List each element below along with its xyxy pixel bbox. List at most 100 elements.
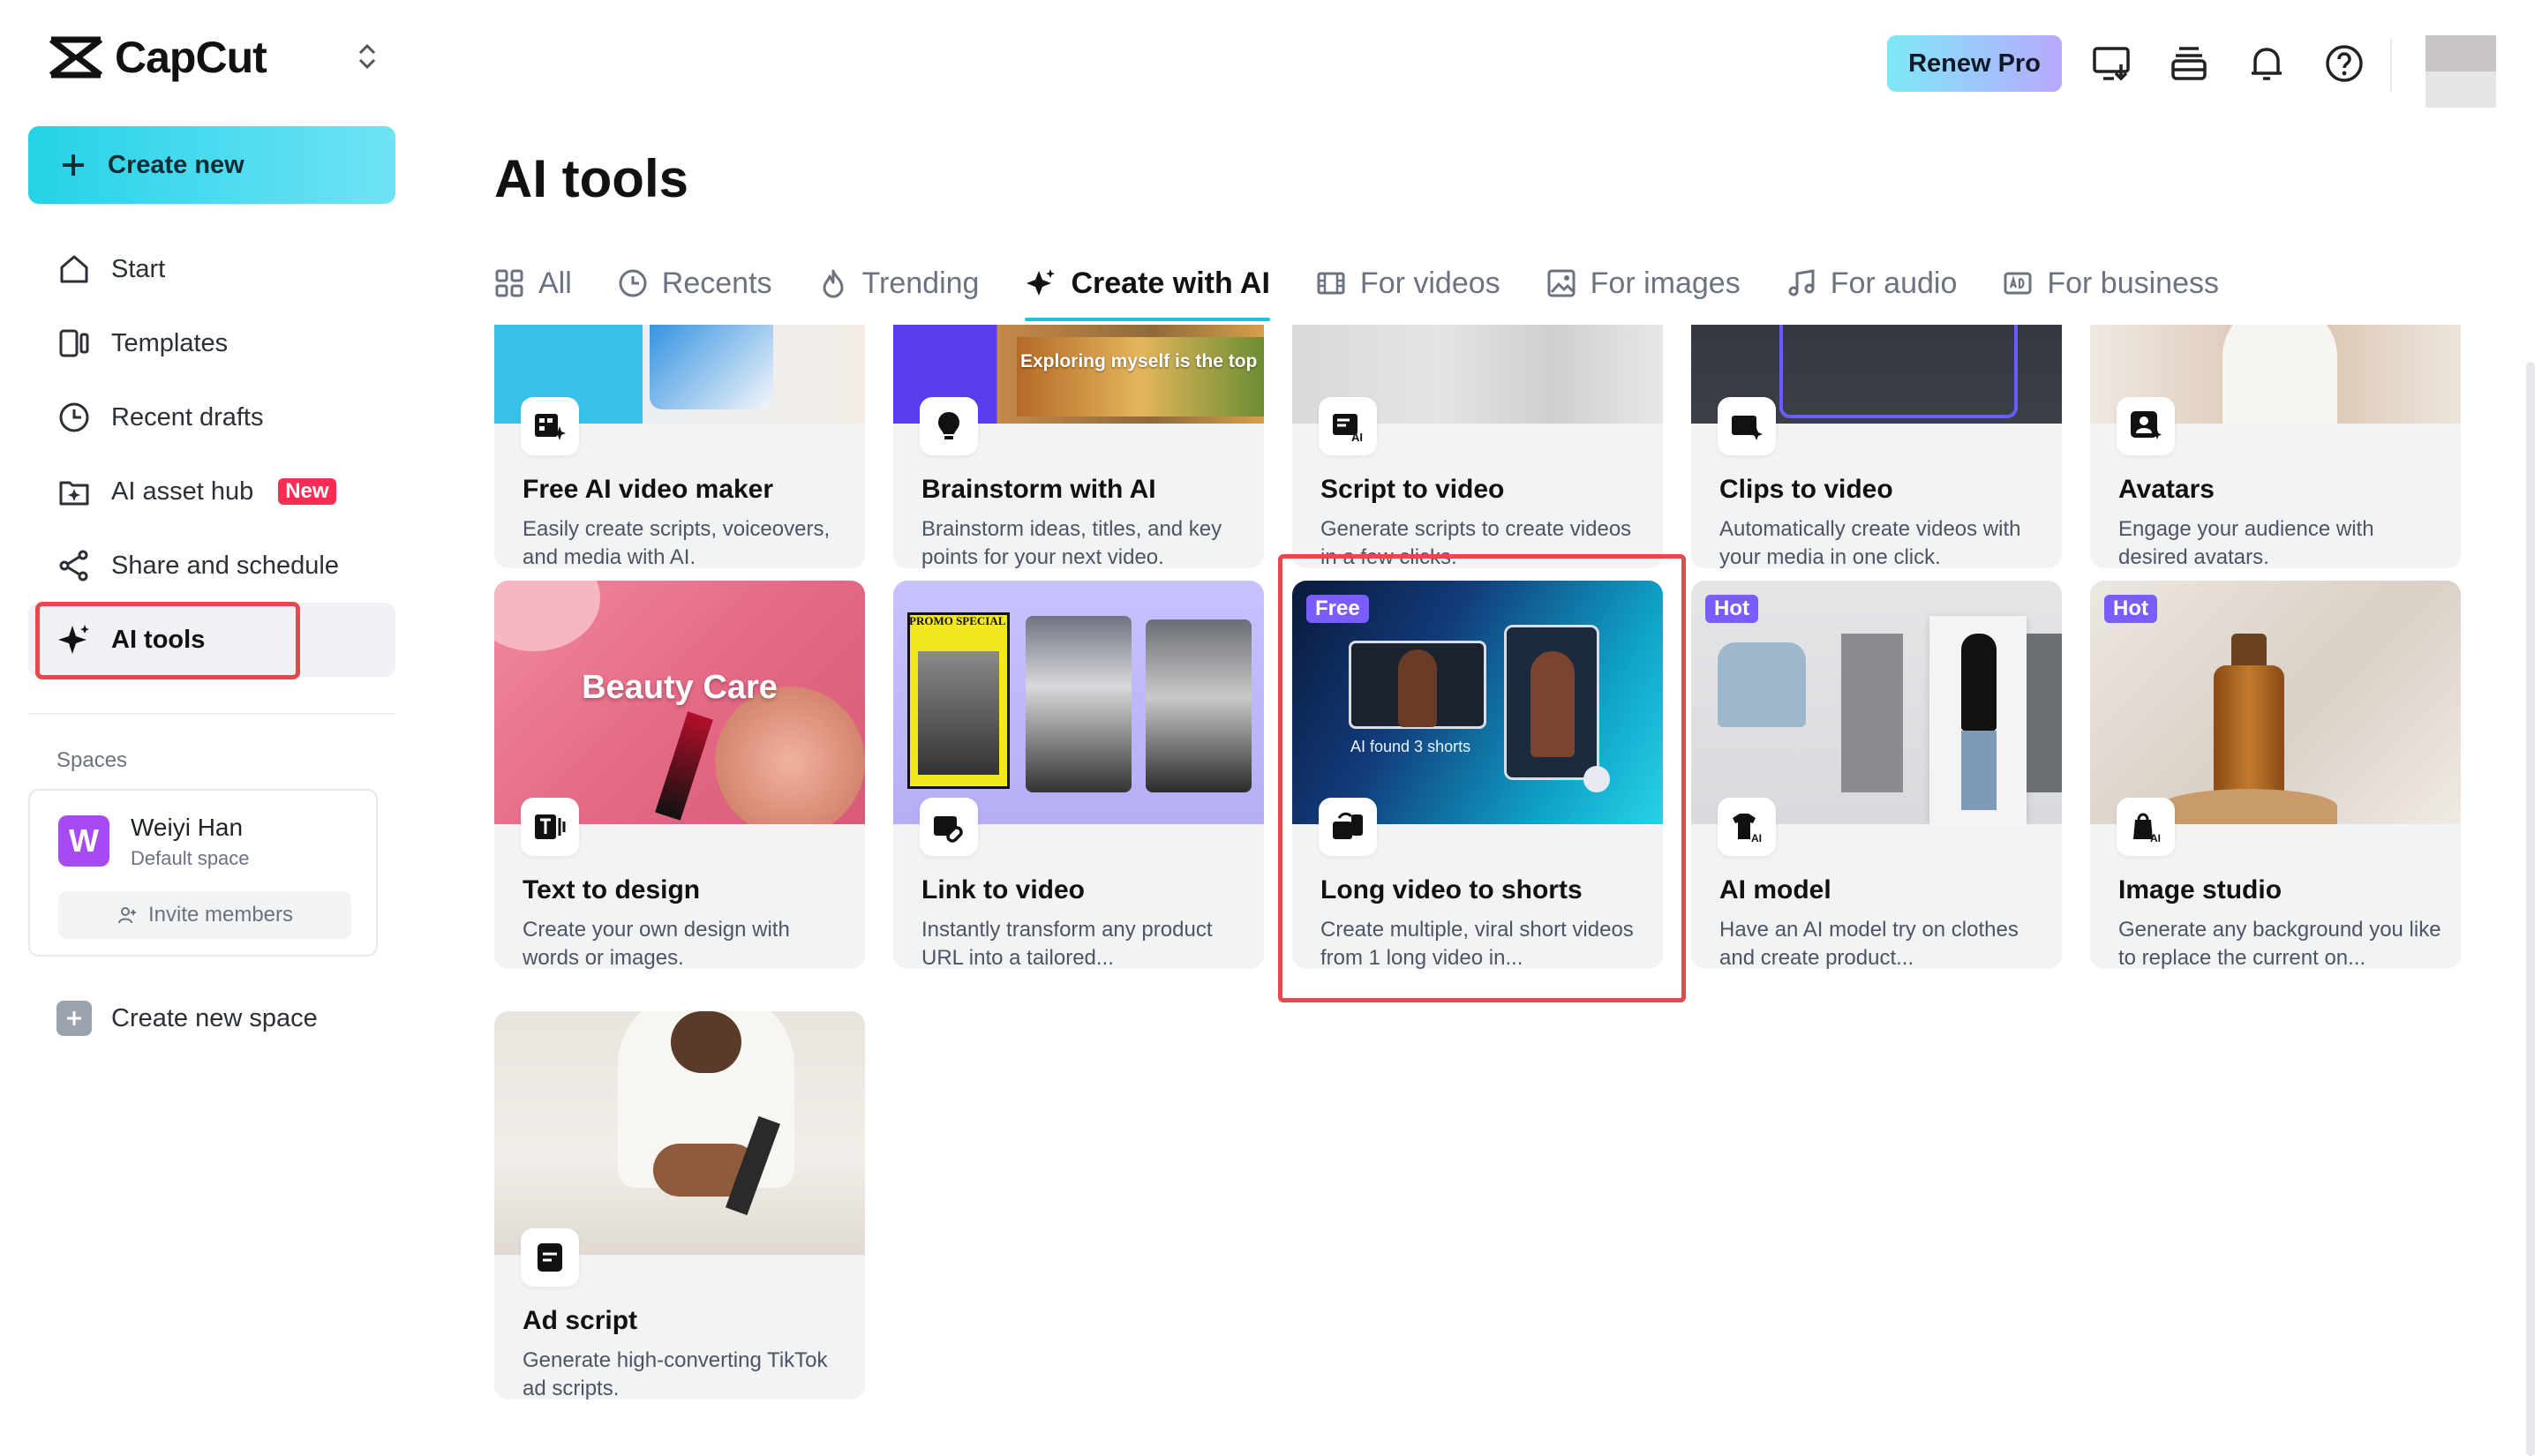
tab-trending[interactable]: Trending: [818, 256, 979, 311]
sidebar-item-ai-asset-hub[interactable]: AI asset hub New: [28, 454, 395, 529]
tab-create-with-ai[interactable]: Create with AI: [1025, 256, 1271, 321]
card-thumbnail: [494, 1011, 865, 1255]
space-subtitle: Default space: [131, 847, 250, 869]
card-description: Easily create scripts, voiceovers, and m…: [523, 517, 831, 568]
templates-icon: [59, 329, 89, 357]
sidebar-item-ai-tools[interactable]: AI tools: [28, 603, 395, 677]
thumbnail-caption: PROMO SPECIAL: [909, 614, 1006, 627]
create-new-space-button[interactable]: Create new space: [56, 1001, 318, 1036]
tab-for-audio[interactable]: For audio: [1786, 256, 1958, 311]
card-thumbnail: PROMO SPECIAL: [893, 581, 1264, 824]
sidebar-divider: [28, 713, 395, 715]
card-title: Clips to video: [1719, 475, 1893, 504]
space-avatar: W: [58, 815, 109, 867]
renew-pro-button[interactable]: Renew Pro: [1887, 35, 2062, 92]
capcut-logo[interactable]: CapCut: [48, 32, 267, 83]
card-description: Generate scripts to create videos in a f…: [1320, 517, 1632, 568]
tool-card-long-video-to-shorts[interactable]: AI found 3 shorts Free Long video to sho…: [1292, 581, 1663, 969]
card-title: Long video to shorts: [1320, 875, 1583, 904]
tab-for-business[interactable]: For business: [2003, 256, 2219, 311]
card-description: Create multiple, viral short videos from…: [1320, 918, 1634, 969]
plus-icon: [63, 154, 84, 176]
asset-hub-icon: [59, 481, 89, 506]
card-title: Brainstorm with AI: [921, 475, 1156, 504]
help-icon[interactable]: [2321, 41, 2367, 86]
tool-card-ad-script[interactable]: Ad script Generate high-converting TikTo…: [494, 1011, 865, 1400]
spaces-label: Spaces: [56, 748, 128, 772]
sidebar-item-start[interactable]: Start: [28, 232, 395, 306]
capcut-logo-icon: [49, 36, 103, 79]
clock-icon: [59, 402, 89, 432]
new-badge: New: [278, 478, 336, 505]
screen-download-icon[interactable]: [2088, 41, 2134, 86]
tab-for-videos[interactable]: For videos: [1316, 256, 1500, 311]
tool-card-link-to-video[interactable]: PROMO SPECIAL Link to video Instantly tr…: [893, 581, 1264, 969]
sidebar-item-label: Share and schedule: [111, 551, 339, 580]
space-card[interactable]: W Weiyi Han Default space Invite members: [28, 789, 378, 957]
film-icon: [1317, 272, 1345, 295]
invite-members-label: Invite members: [147, 903, 294, 927]
card-description: Instantly transform any product URL into…: [921, 918, 1213, 969]
storage-icon[interactable]: [2166, 41, 2212, 86]
tool-card-ai-model[interactable]: Hot AI AI model Have an AI model try on …: [1691, 581, 2062, 969]
card-description: Create your own design with words or ima…: [523, 918, 790, 969]
tool-card-clips-to-video[interactable]: Clips to video Automatically create vide…: [1691, 325, 2062, 568]
card-description: Brainstorm ideas, titles, and key points…: [921, 517, 1222, 568]
sidebar-item-share-schedule[interactable]: Share and schedule: [28, 529, 395, 603]
thumbnail-caption: AI found 3 shorts: [1350, 738, 1471, 755]
ai-model-icon: AI: [1718, 798, 1776, 856]
sidebar-item-recent-drafts[interactable]: Recent drafts: [28, 380, 395, 454]
card-description: Generate any background you like to repl…: [2118, 918, 2441, 969]
link-icon: [920, 798, 978, 856]
tool-card-free-ai-video-maker[interactable]: Free AI video maker Easily create script…: [494, 325, 865, 568]
page-scrollbar[interactable]: [2526, 362, 2535, 1456]
image-icon: [1547, 269, 1576, 297]
tool-card-image-studio[interactable]: Hot AI Image studio Generate any backgro…: [2090, 581, 2461, 969]
tool-card-brainstorm-with-ai[interactable]: Exploring myself is the top Brainstorm w…: [893, 325, 1264, 568]
card-title: Ad script: [523, 1306, 638, 1335]
music-icon: [1788, 269, 1815, 296]
clock-icon: [619, 269, 647, 297]
card-title: Free AI video maker: [523, 475, 774, 504]
tab-label: For business: [2047, 266, 2219, 300]
tool-card-avatars[interactable]: Avatars Engage your audience with desire…: [2090, 325, 2461, 568]
profile-avatar[interactable]: [2425, 35, 2496, 108]
space-name: Weiyi Han: [131, 814, 244, 841]
tool-card-script-to-video[interactable]: AI Script to video Generate scripts to c…: [1292, 325, 1663, 568]
sidebar-item-label: Templates: [111, 328, 229, 357]
logo-text: CapCut: [115, 33, 267, 82]
hot-tag: Hot: [2104, 595, 2157, 623]
share-icon: [59, 550, 88, 582]
card-title: AI model: [1719, 875, 1831, 904]
tab-all[interactable]: All: [494, 256, 572, 311]
grid-icon: [495, 269, 523, 297]
home-icon: [60, 255, 88, 283]
sidebar-item-label: AI asset hub: [111, 477, 254, 506]
ai-video-icon: [521, 397, 579, 455]
bell-icon[interactable]: [2244, 41, 2290, 86]
sidebar-item-templates[interactable]: Templates: [28, 306, 395, 380]
create-new-label: Create new: [108, 150, 244, 179]
invite-members-button[interactable]: Invite members: [58, 891, 351, 939]
workspace-switch-icon[interactable]: [353, 39, 381, 74]
tab-label: All: [538, 266, 572, 300]
tool-card-text-to-design[interactable]: Beauty Care Text to design Create your o…: [494, 581, 865, 969]
card-thumbnail: Beauty Care: [494, 581, 865, 824]
page-title: AI tools: [494, 149, 688, 208]
sidebar-item-label: AI tools: [111, 625, 206, 654]
tab-for-images[interactable]: For images: [1546, 256, 1741, 311]
tab-label: For videos: [1359, 266, 1500, 300]
card-description: Engage your audience with desired avatar…: [2118, 517, 2374, 568]
create-new-button[interactable]: Create new: [28, 126, 395, 204]
svg-text:AI: AI: [2150, 832, 2161, 844]
thumbnail-caption: Beauty Care: [582, 669, 778, 706]
tab-label: For images: [1590, 266, 1741, 300]
tab-recents[interactable]: Recents: [618, 256, 772, 311]
tab-label: For audio: [1830, 266, 1958, 300]
flame-icon: [823, 269, 844, 298]
card-title: Text to design: [523, 875, 701, 904]
add-user-icon: [117, 907, 136, 924]
card-description: Automatically create videos with your me…: [1719, 517, 2021, 568]
card-title: Script to video: [1320, 475, 1505, 504]
clips-icon: [1718, 397, 1776, 455]
